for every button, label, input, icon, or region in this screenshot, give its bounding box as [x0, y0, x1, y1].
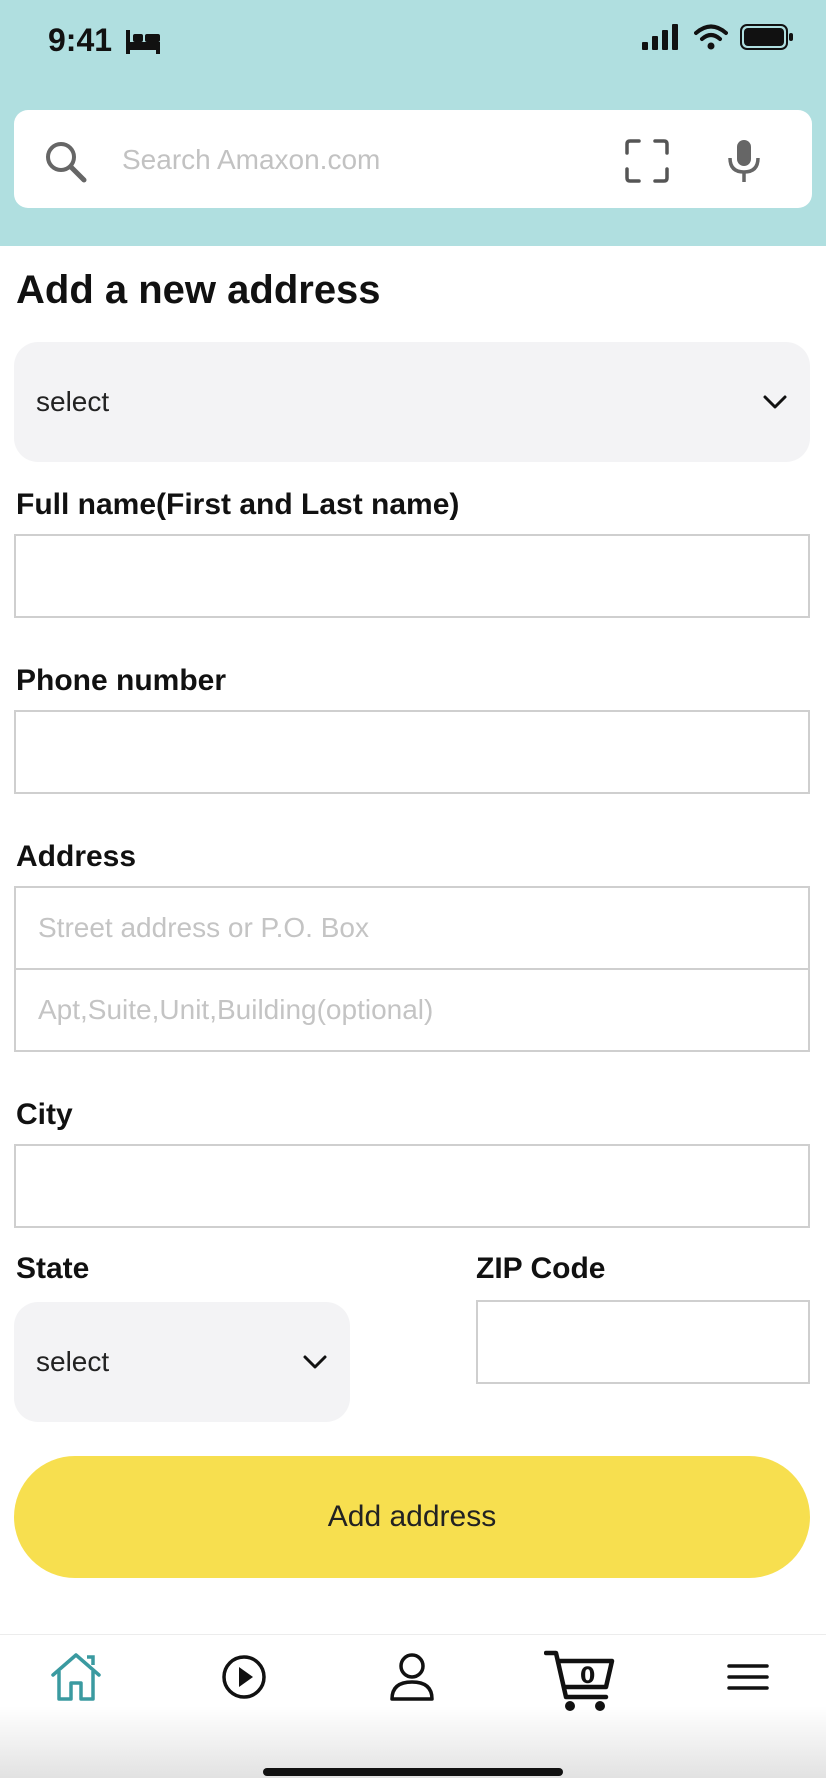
phone-label: Phone number — [16, 664, 227, 697]
wifi-icon — [694, 24, 728, 50]
state-select[interactable]: select — [14, 1302, 350, 1422]
country-select[interactable]: select — [14, 342, 810, 462]
home-indicator — [263, 1768, 563, 1776]
page-title: Add a new address — [16, 268, 381, 312]
chevron-down-icon — [303, 1355, 327, 1369]
search-bar[interactable] — [14, 110, 812, 208]
play-icon — [222, 1655, 266, 1699]
search-icon[interactable] — [42, 138, 88, 184]
nav-home[interactable] — [46, 1647, 106, 1707]
city-field[interactable] — [14, 1144, 810, 1228]
signal-icon — [642, 24, 678, 50]
address-label: Address — [16, 840, 137, 873]
city-label: City — [16, 1098, 73, 1131]
chevron-down-icon — [763, 395, 787, 409]
user-icon — [390, 1653, 434, 1701]
microphone-icon[interactable] — [724, 138, 764, 184]
full-name-field[interactable] — [14, 534, 810, 618]
bottom-nav: 0 — [0, 1634, 826, 1778]
apt-suite-field[interactable] — [14, 968, 810, 1052]
cart-icon: 0 — [544, 1650, 615, 1711]
nav-menu[interactable] — [718, 1647, 778, 1707]
status-icons — [642, 24, 794, 50]
menu-icon — [727, 1664, 769, 1690]
full-name-label: Full name(First and Last name) — [16, 488, 460, 521]
status-time: 9:41 — [48, 22, 113, 58]
cart-count-badge: 0 — [580, 1664, 595, 1689]
nav-cart[interactable]: 0 — [544, 1647, 618, 1713]
state-label: State — [16, 1252, 90, 1285]
zip-label: ZIP Code — [476, 1252, 606, 1285]
state-select-value: select — [36, 1346, 110, 1377]
nav-account[interactable] — [382, 1647, 442, 1707]
scan-icon[interactable] — [624, 138, 670, 184]
phone-field[interactable] — [14, 710, 810, 794]
street-address-field[interactable] — [14, 886, 810, 970]
search-input[interactable] — [122, 132, 602, 188]
home-icon — [51, 1653, 101, 1701]
sleep-focus-icon — [126, 30, 160, 54]
battery-icon — [740, 24, 793, 50]
zip-field[interactable] — [476, 1300, 810, 1384]
country-select-value: select — [36, 386, 110, 417]
header: 9:41 — [0, 0, 826, 246]
nav-video[interactable] — [214, 1647, 274, 1707]
add-address-button[interactable]: Add address — [14, 1456, 810, 1578]
